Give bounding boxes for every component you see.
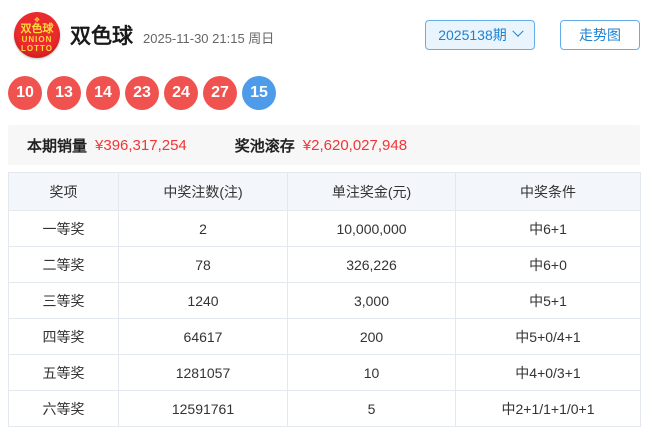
pool-label: 奖池滚存: [234, 137, 295, 155]
red-ball: 10: [8, 76, 42, 110]
chevron-down-icon: [512, 25, 524, 37]
table-cell: 中5+1: [455, 282, 641, 319]
table-cell: 中4+0/3+1: [455, 354, 641, 391]
table-cell: 中6+1: [455, 210, 641, 247]
col-header-winners: 中奖注数(注): [118, 172, 288, 211]
sales-group: 本期销量 ¥396,317,254: [27, 135, 187, 156]
logo-line2: UNION: [21, 35, 53, 44]
table-cell: 10,000,000: [287, 210, 456, 247]
page-title: 双色球: [70, 25, 133, 48]
table-row: 六等奖 12591761 5 中2+1/1+1/0+1: [8, 390, 641, 427]
table-cell: 中6+0: [455, 246, 641, 283]
table-cell: 64617: [118, 318, 288, 355]
logo-line1: 双色球: [20, 23, 54, 35]
col-header-prize: 奖项: [8, 172, 119, 211]
stats-bar: 本期销量 ¥396,317,254 奖池滚存 ¥2,620,027,948: [8, 125, 640, 165]
logo-line3: LOTTO: [21, 44, 53, 53]
table-cell: 四等奖: [8, 318, 119, 355]
sales-value: ¥396,317,254: [95, 136, 187, 154]
prize-table: 奖项 中奖注数(注) 单注奖金(元) 中奖条件 一等奖 2 10,000,000 中6…: [8, 172, 641, 427]
table-cell: 12591761: [118, 390, 288, 427]
issue-selector-dropdown[interactable]: 2025138期: [425, 20, 535, 50]
pool-value: ¥2,620,027,948: [302, 136, 408, 154]
prize-table-body: 一等奖 2 10,000,000 中6+1 二等奖 78 326,226 中6+0 三等奖 124…: [8, 210, 641, 427]
header-bar: ❖ 双色球 UNION LOTTO 双色球 2025-11-30 21:15 周…: [0, 0, 649, 58]
drawn-balls: 10 13 14 23 24 27 15: [8, 76, 649, 110]
prize-table-header-row: 奖项 中奖注数(注) 单注奖金(元) 中奖条件: [8, 172, 641, 211]
table-cell: 78: [118, 246, 288, 283]
red-ball: 27: [203, 76, 237, 110]
red-ball: 14: [86, 76, 120, 110]
table-cell: 中5+0/4+1: [455, 318, 641, 355]
col-header-amount: 单注奖金(元): [287, 172, 456, 211]
table-cell: 326,226: [287, 246, 456, 283]
red-ball: 24: [164, 76, 198, 110]
table-row: 五等奖 1281057 10 中4+0/3+1: [8, 354, 641, 391]
red-ball: 23: [125, 76, 159, 110]
table-row: 四等奖 64617 200 中5+0/4+1: [8, 318, 641, 355]
sales-label: 本期销量: [27, 137, 88, 155]
draw-datetime: 2025-11-30 21:15 周日: [143, 30, 275, 46]
table-cell: 二等奖: [8, 246, 119, 283]
table-row: 三等奖 1240 3,000 中5+1: [8, 282, 641, 319]
table-cell: 200: [287, 318, 456, 355]
table-cell: 六等奖: [8, 390, 119, 427]
table-cell: 1281057: [118, 354, 288, 391]
trend-chart-button[interactable]: 走势图: [560, 20, 640, 50]
red-ball: 13: [47, 76, 81, 110]
table-cell: 三等奖: [8, 282, 119, 319]
issue-selector-label: 2025138期: [438, 27, 507, 43]
blue-ball: 15: [242, 76, 276, 110]
col-header-condition: 中奖条件: [455, 172, 641, 211]
table-cell: 五等奖: [8, 354, 119, 391]
table-cell: 5: [287, 390, 456, 427]
table-cell: 1240: [118, 282, 288, 319]
table-row: 一等奖 2 10,000,000 中6+1: [8, 210, 641, 247]
table-cell: 2: [118, 210, 288, 247]
table-row: 二等奖 78 326,226 中6+0: [8, 246, 641, 283]
table-cell: 一等奖: [8, 210, 119, 247]
table-cell: 3,000: [287, 282, 456, 319]
union-lotto-logo-icon: ❖ 双色球 UNION LOTTO: [14, 12, 60, 58]
table-cell: 10: [287, 354, 456, 391]
table-cell: 中2+1/1+1/0+1: [455, 390, 641, 427]
pool-group: 奖池滚存 ¥2,620,027,948: [235, 135, 407, 156]
